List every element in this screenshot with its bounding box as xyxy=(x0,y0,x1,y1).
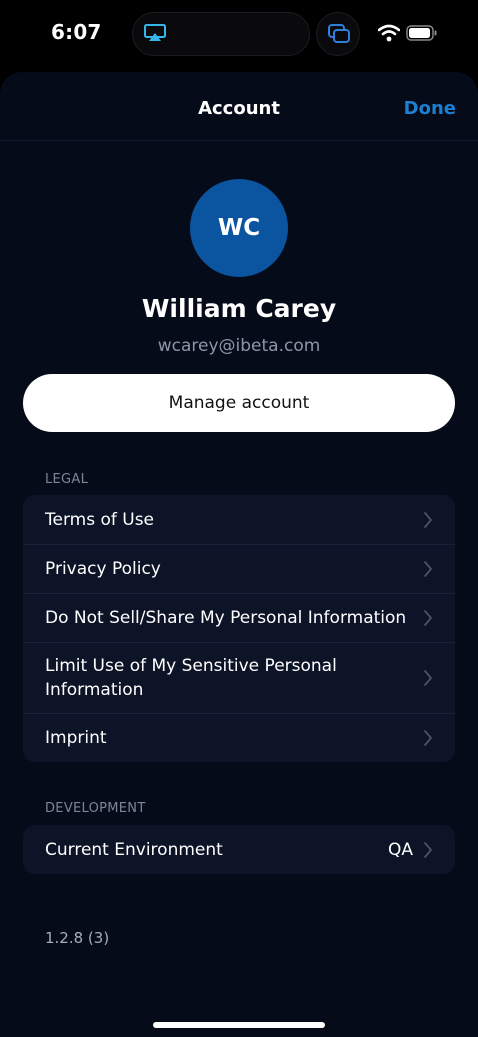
list-item-label: Privacy Policy xyxy=(45,559,161,579)
list-item-label: Current Environment xyxy=(45,839,223,860)
list-item-imprint[interactable]: Imprint xyxy=(23,713,455,762)
chevron-right-icon xyxy=(424,841,432,858)
home-indicator[interactable] xyxy=(153,1022,325,1028)
manage-account-button[interactable]: Manage account xyxy=(23,374,455,432)
environment-value: QA xyxy=(387,839,413,860)
list-item-limit-use[interactable]: Limit Use of My Sensitive Personal Infor… xyxy=(23,642,455,713)
screens-icon xyxy=(328,24,350,43)
list-item-current-environment[interactable]: Current Environment QA xyxy=(23,825,455,874)
done-button[interactable]: Done xyxy=(404,98,456,119)
chevron-right-icon xyxy=(424,730,432,746)
airplay-icon xyxy=(144,24,166,41)
list-item-label: Do Not Sell/Share My Personal Informatio… xyxy=(45,608,407,628)
list-item-privacy-policy[interactable]: Privacy Policy xyxy=(23,544,455,593)
status-time: 6:07 xyxy=(51,20,102,44)
list-item-label: Imprint xyxy=(45,728,107,748)
chevron-right-icon xyxy=(424,561,432,577)
user-email: wcarey@ibeta.com xyxy=(157,336,321,356)
legal-list: Terms of Use Privacy Policy Do Not Sell/… xyxy=(23,495,455,762)
wifi-icon xyxy=(378,24,400,42)
nav-divider xyxy=(0,140,478,141)
manage-account-label: Manage account xyxy=(168,393,310,413)
list-item-terms-of-use[interactable]: Terms of Use xyxy=(23,495,455,544)
chevron-right-icon xyxy=(424,670,432,686)
chevron-right-icon xyxy=(424,511,432,528)
user-name: William Carey xyxy=(141,294,337,323)
chevron-right-icon xyxy=(424,610,432,626)
development-section-header: DEVELOPMENT xyxy=(45,801,146,816)
list-item-label: Terms of Use xyxy=(45,509,155,530)
list-item-do-not-sell[interactable]: Do Not Sell/Share My Personal Informatio… xyxy=(23,593,455,642)
legal-section-header: LEGAL xyxy=(45,472,89,487)
avatar: WC xyxy=(190,179,288,277)
battery-icon xyxy=(406,25,437,41)
app-version: 1.2.8 (3) xyxy=(45,929,110,947)
screen: 6:07 Account Done WC William Carey wcare… xyxy=(0,0,478,1037)
avatar-initials: WC xyxy=(217,215,261,241)
list-item-label: Limit Use of My Sensitive Personal Infor… xyxy=(45,656,337,700)
account-sheet: Account Done WC William Carey wcarey@ibe… xyxy=(0,72,478,1037)
development-list: Current Environment QA xyxy=(23,825,455,874)
